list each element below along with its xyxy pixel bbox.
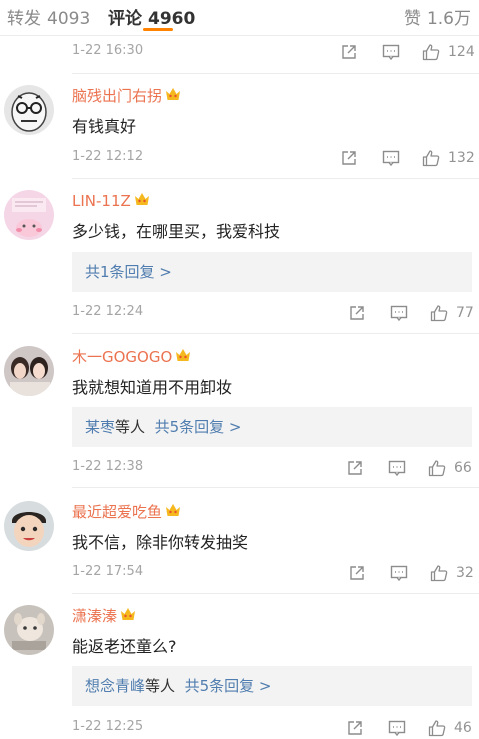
tab-like-label: 赞 (403, 9, 421, 29)
reply-others-text: 等人 (115, 418, 146, 436)
crown-badge-icon (176, 349, 191, 361)
comment-meta: 1-22 12:38 66 (72, 459, 472, 479)
thumbs-up-icon[interactable] (428, 459, 446, 477)
like-count: 66 (454, 460, 472, 476)
like-count: 46 (454, 720, 472, 736)
comment-text: 能返老还童么? (72, 637, 177, 656)
thumbs-up-icon[interactable] (430, 564, 448, 582)
divider (72, 73, 479, 74)
reply-summary-link[interactable]: 共5条回复 > (185, 677, 272, 695)
divider (72, 487, 479, 488)
comment-text: 多少钱，在哪里买，我爱科技 (72, 222, 281, 241)
comment-meta: 1-22 12:24 77 (72, 304, 474, 324)
comment-user-line: 木一GOGOGO (72, 346, 192, 367)
comment-tabs-bar: 转发 4093 评论 4960 赞 1.6万 (0, 0, 479, 36)
crown-badge-icon (121, 608, 136, 620)
tab-comment-count: 4960 (148, 9, 196, 29)
comment-text: 我就想知道用不用卸妆 (72, 378, 233, 397)
reply-summary-link[interactable]: 共1条回复 > (85, 263, 172, 281)
thumbs-up-icon[interactable] (428, 719, 446, 737)
comment-meta: 1-22 12:25 46 (72, 719, 472, 739)
like-count: 132 (448, 150, 475, 166)
like-count: 32 (456, 565, 474, 581)
reply-others-text: 等人 (145, 677, 176, 695)
comment-icon[interactable] (388, 719, 406, 737)
tab-repost-count: 4093 (47, 9, 91, 29)
username[interactable]: 最近超爱吃鱼 (72, 503, 162, 521)
thumbs-up-icon[interactable] (430, 304, 448, 322)
comment-meta: 1-22 17:54 32 (72, 564, 474, 584)
comment-meta: 1-22 16:30 124 (72, 43, 475, 63)
crown-badge-icon (166, 504, 181, 516)
comment-time: 1-22 12:24 (72, 304, 144, 319)
like-count: 77 (456, 305, 474, 321)
comment-icon[interactable] (382, 43, 400, 61)
username[interactable]: 脑残出门右拐 (72, 87, 162, 105)
like-count: 124 (448, 44, 475, 60)
thumbs-up-icon[interactable] (422, 149, 440, 167)
avatar[interactable] (4, 346, 54, 396)
comment-icon[interactable] (390, 564, 408, 582)
tab-comment[interactable]: 评论 4960 (108, 4, 195, 29)
comment-time: 1-22 12:25 (72, 719, 144, 734)
reply-summary-box[interactable]: 共1条回复 > (72, 252, 472, 292)
reply-user-names[interactable]: 想念青峰 (85, 677, 145, 695)
comment-time: 1-22 12:38 (72, 459, 144, 474)
comment-icon[interactable] (382, 149, 400, 167)
tab-like[interactable]: 赞 1.6万 (404, 4, 471, 29)
username[interactable]: LIN-11Z (72, 192, 131, 210)
thumbs-up-icon[interactable] (422, 43, 440, 61)
tab-repost-label: 转发 (7, 9, 41, 29)
comment-icon[interactable] (390, 304, 408, 322)
avatar[interactable] (4, 501, 54, 551)
comment-user-line: 潇溱溱 (72, 605, 137, 626)
tab-like-count: 1.6万 (426, 9, 471, 29)
comment-text: 有钱真好 (72, 117, 137, 136)
share-icon[interactable] (348, 304, 366, 322)
divider (72, 178, 479, 179)
avatar[interactable] (4, 190, 54, 240)
divider (72, 593, 479, 594)
comment-meta: 1-22 12:12 132 (72, 149, 475, 169)
share-icon[interactable] (346, 719, 364, 737)
tab-comment-label: 评论 (108, 9, 142, 29)
username[interactable]: 潇溱溱 (72, 607, 117, 625)
tab-repost[interactable]: 转发 4093 (7, 4, 90, 29)
reply-user-names[interactable]: 某枣 (85, 418, 115, 436)
share-icon[interactable] (340, 149, 358, 167)
reply-summary-link[interactable]: 共5条回复 > (155, 418, 242, 436)
share-icon[interactable] (340, 43, 358, 61)
reply-summary-box[interactable]: 想念青峰等人 共5条回复 > (72, 666, 472, 706)
share-icon[interactable] (348, 564, 366, 582)
comment-icon[interactable] (388, 459, 406, 477)
username[interactable]: 木一GOGOGO (72, 348, 172, 366)
comment-text: 我不信，除非你转发抽奖 (72, 533, 249, 552)
crown-badge-icon (166, 88, 181, 100)
share-icon[interactable] (346, 459, 364, 477)
comment-time: 1-22 16:30 (72, 43, 144, 58)
comment-time: 1-22 17:54 (72, 564, 144, 579)
comment-time: 1-22 12:12 (72, 149, 144, 164)
divider (72, 333, 479, 334)
comment-user-line: LIN-11Z (72, 190, 151, 210)
avatar[interactable] (4, 85, 54, 135)
avatar[interactable] (4, 605, 54, 655)
reply-summary-box[interactable]: 某枣等人 共5条回复 > (72, 407, 472, 447)
comment-user-line: 脑残出门右拐 (72, 85, 182, 106)
comment-user-line: 最近超爱吃鱼 (72, 501, 182, 522)
active-tab-indicator (143, 28, 173, 31)
crown-badge-icon (134, 193, 149, 205)
